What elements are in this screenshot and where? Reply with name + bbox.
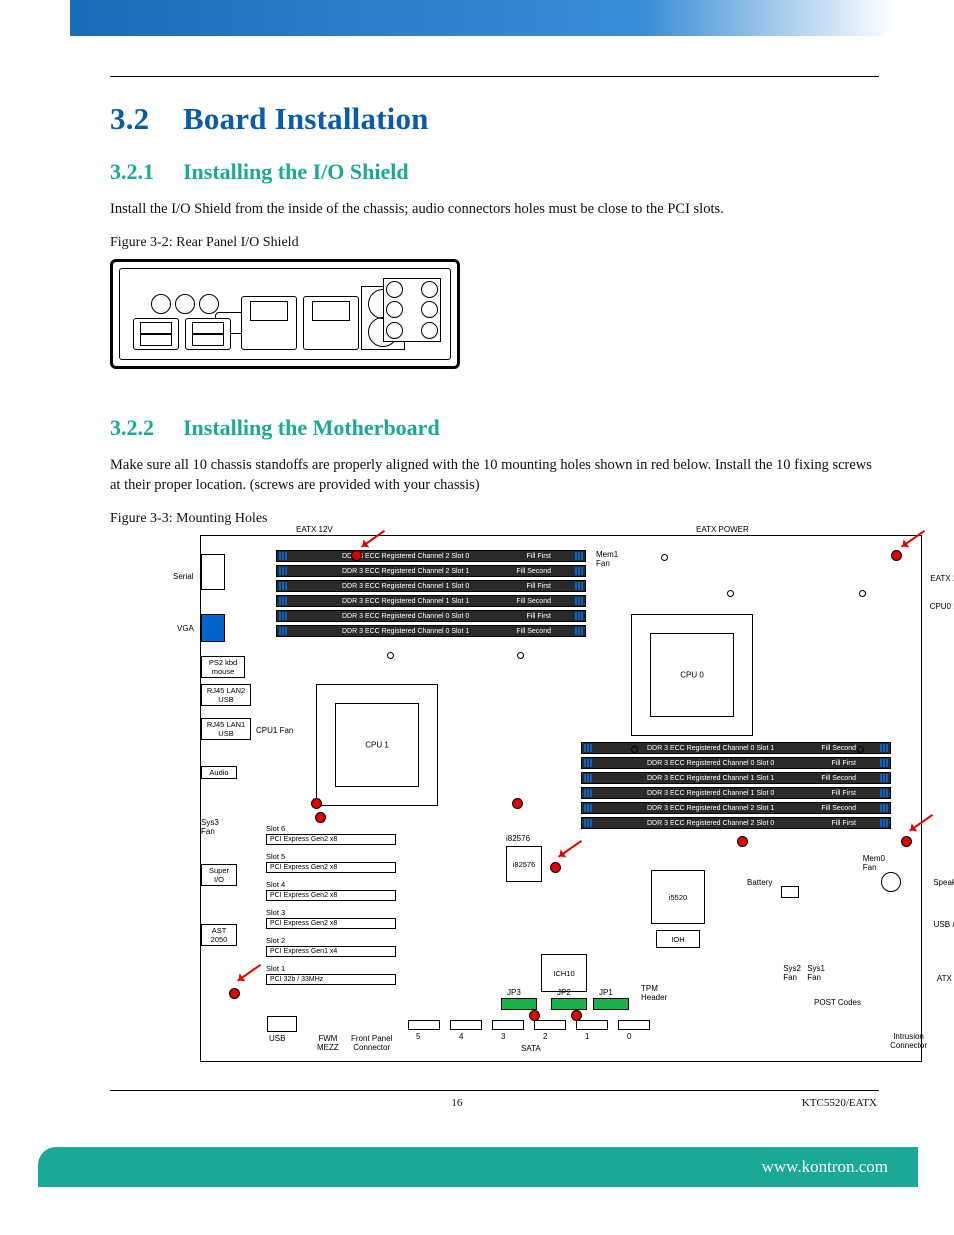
label-battery: Battery xyxy=(747,878,772,887)
mounting-hole xyxy=(550,862,561,873)
footer-band: www.kontron.com xyxy=(38,1147,918,1187)
dimm-top: DDR 3 ECC Registered Channel 1 Slot 0Fil… xyxy=(276,580,586,592)
dimm-right: DDR 3 ECC Registered Channel 1 Slot 1Fil… xyxy=(581,772,891,784)
cpu0-socket: CPU 0 xyxy=(631,614,753,736)
mounting-hole xyxy=(737,836,748,847)
pci-slot: Slot 2PCI Express Gen1 x4 xyxy=(266,936,496,957)
label-audio: Audio xyxy=(201,766,237,779)
jumper-jp2 xyxy=(551,998,587,1010)
label-sata: SATA xyxy=(521,1044,541,1053)
pci-slot: Slot 5PCI Express Gen2 x8 xyxy=(266,852,496,873)
subsection-1-paragraph: Install the I/O Shield from the inside o… xyxy=(110,199,879,219)
chip-ioh: IOH xyxy=(656,930,700,948)
label-fpc: Front Panel Connector xyxy=(351,1034,392,1052)
conn-usb xyxy=(267,1016,297,1032)
label-eatx12v-l: EATX 12V xyxy=(296,525,333,534)
label-rj45-lan2: RJ45 LAN2 USB xyxy=(201,684,251,706)
mounting-hole xyxy=(512,798,523,809)
figure-io-shield xyxy=(110,259,460,369)
label-mem0fan: Mem0 Fan xyxy=(863,854,885,872)
subsection-1-title: Installing the I/O Shield xyxy=(183,159,409,184)
chip-ich10: ICH10 xyxy=(541,954,587,992)
mounting-hole xyxy=(311,798,322,809)
mounting-hole xyxy=(315,812,326,823)
figure-3-3-caption: Figure 3-3: Mounting Holes xyxy=(110,509,879,529)
speaker-icon xyxy=(881,872,901,892)
dimm-top: DDR 3 ECC Registered Channel 2 Slot 1Fil… xyxy=(276,565,586,577)
label-tpm: TPM Header xyxy=(641,984,667,1002)
pci-slot: Slot 3PCI Express Gen2 x8 xyxy=(266,908,496,929)
section-title: Board Installation xyxy=(183,101,429,136)
jumper-jp1 xyxy=(593,998,629,1010)
page-number: 16 xyxy=(451,1097,462,1109)
label-superio: Super I/O xyxy=(201,864,237,886)
label-cpu0fan: CPU0 Fan xyxy=(930,602,954,611)
dimm-top: DDR 3 ECC Registered Channel 0 Slot 0Fil… xyxy=(276,610,586,622)
subsection-2-paragraph: Make sure all 10 chassis standoffs are p… xyxy=(110,455,879,496)
dimm-right: DDR 3 ECC Registered Channel 1 Slot 0Fil… xyxy=(581,787,891,799)
pci-slot: Slot 4PCI Express Gen2 x8 xyxy=(266,880,496,901)
header-band xyxy=(70,0,894,36)
subsection-1-heading: 3.2.1Installing the I/O Shield xyxy=(110,159,879,185)
label-sys1: Sys1 Fan xyxy=(807,964,825,982)
pci-slot: Slot 1PCI 32b / 33MHz xyxy=(266,964,496,985)
mounting-hole xyxy=(229,988,240,999)
section-heading: 3.2Board Installation xyxy=(110,101,879,137)
section-number: 3.2 xyxy=(110,101,183,137)
battery-icon xyxy=(781,886,799,898)
doc-id: KTC5520/EATX xyxy=(802,1097,877,1109)
subsection-2-number: 3.2.2 xyxy=(110,415,183,441)
rule-bottom xyxy=(110,1090,879,1091)
label-ps2: PS2 kbd mouse xyxy=(201,656,245,678)
port-serial xyxy=(201,554,225,590)
port-vga xyxy=(201,614,225,642)
dimm-right: DDR 3 ECC Registered Channel 0 Slot 0Fil… xyxy=(581,757,891,769)
label-speaker: Speaker xyxy=(933,878,954,887)
dimm-top: DDR 3 ECC Registered Channel 2 Slot 0Fil… xyxy=(276,550,586,562)
label-post: POST Codes xyxy=(814,998,861,1007)
mounting-hole xyxy=(901,836,912,847)
label-sys2: Sys2 Fan xyxy=(783,964,801,982)
dimm-right: DDR 3 ECC Registered Channel 2 Slot 0Fil… xyxy=(581,817,891,829)
page-content: 3.2Board Installation 3.2.1Installing th… xyxy=(0,36,954,1129)
label-atx: ATX Connector xyxy=(937,974,954,983)
subsection-1-number: 3.2.1 xyxy=(110,159,183,185)
cpu1-socket: CPU 1 xyxy=(316,684,438,806)
mounting-hole xyxy=(529,1010,540,1021)
label-i82576: i82576 xyxy=(506,834,530,843)
label-sys3fan: Sys3 Fan xyxy=(201,818,219,836)
chip-i82576: i82576 xyxy=(506,846,542,882)
label-fwm: FWM MEZZ xyxy=(317,1034,339,1052)
subsection-2-title: Installing the Motherboard xyxy=(183,415,440,440)
dimm-right: DDR 3 ECC Registered Channel 0 Slot 1Fil… xyxy=(581,742,891,754)
label-usb: USB xyxy=(269,1034,285,1043)
label-eatx-power: EATX POWER xyxy=(696,525,749,534)
mounting-hole xyxy=(571,1010,582,1021)
footer: 16 KTC5520/EATX xyxy=(110,1097,879,1109)
dimm-top: DDR 3 ECC Registered Channel 1 Slot 1Fil… xyxy=(276,595,586,607)
label-intrusion: Intrusion Connector xyxy=(890,1032,927,1050)
label-ast2050: AST 2050 xyxy=(201,924,237,946)
label-vga: VGA xyxy=(177,624,194,633)
pci-slot: Slot 6PCI Express Gen2 x8 xyxy=(266,824,496,845)
dimm-right: DDR 3 ECC Registered Channel 2 Slot 1Fil… xyxy=(581,802,891,814)
jumper-jp3 xyxy=(501,998,537,1010)
dimm-top: DDR 3 ECC Registered Channel 0 Slot 1Fil… xyxy=(276,625,586,637)
label-rj45-lan1: RJ45 LAN1 USB xyxy=(201,718,251,740)
label-usbflash: USB / USB Flash xyxy=(934,920,954,929)
rule-top xyxy=(110,76,879,77)
label-cpu1fan: CPU1 Fan xyxy=(256,726,293,735)
label-mem1fan: Mem1 Fan xyxy=(596,550,618,568)
footer-url: www.kontron.com xyxy=(762,1157,888,1177)
figure-motherboard: EATX 12V EATX POWER EATX 12V Mem1 Fan CP… xyxy=(200,535,920,1062)
chip-i5520: i5520 xyxy=(651,870,705,924)
subsection-2-heading: 3.2.2Installing the Motherboard xyxy=(110,415,879,441)
label-eatx12v-r: EATX 12V xyxy=(930,574,954,583)
figure-3-2-caption: Figure 3-2: Rear Panel I/O Shield xyxy=(110,233,879,253)
label-serial: Serial xyxy=(173,572,193,581)
